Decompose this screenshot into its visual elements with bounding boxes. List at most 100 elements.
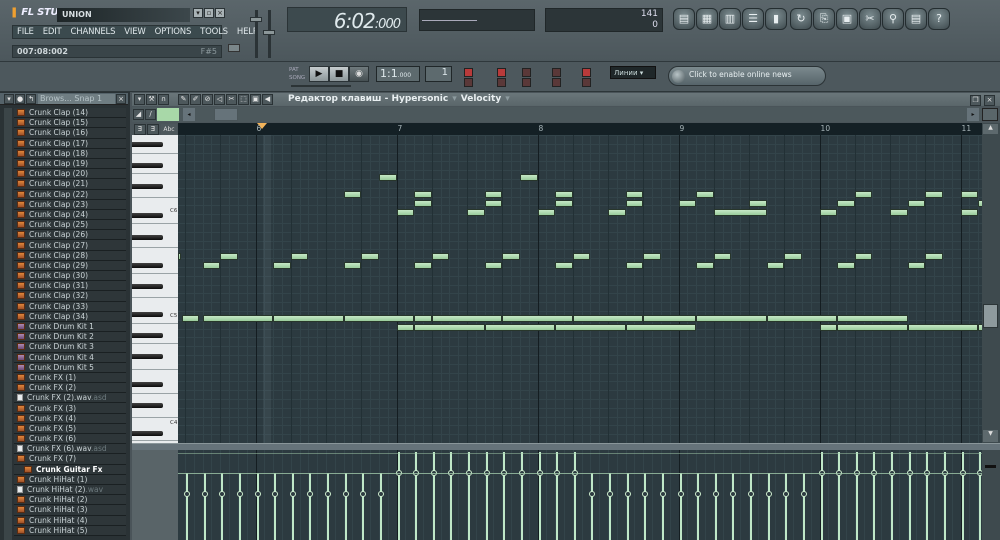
browser-item[interactable]: Crunk Clap (23) [14,199,126,210]
velocity-handle[interactable] [765,491,772,497]
velocity-bar[interactable] [327,473,330,540]
playlist-icon[interactable]: ▤ [673,8,695,30]
note[interactable] [713,253,732,260]
note[interactable] [854,191,873,198]
typing-keyboard-toggle[interactable] [522,68,531,77]
velocity-handle[interactable] [360,491,367,497]
select-tool-icon[interactable]: ⬚ [238,94,249,105]
velocity-bar[interactable] [591,473,594,540]
browser-item[interactable]: Crunk Clap (30) [14,271,126,282]
browser-item[interactable]: Crunk FX (1) [14,372,126,384]
note[interactable] [273,315,344,322]
note[interactable] [414,324,485,331]
note[interactable] [290,253,309,260]
vertical-scrollbar[interactable] [982,123,1000,443]
stamp-icon[interactable]: Ǝ [134,124,146,135]
pattern-display[interactable]: 1 [425,66,452,82]
browser-item[interactable]: Crunk Clap (29) [14,260,126,271]
black-key[interactable] [132,163,163,168]
browser-back-icon[interactable]: ↰ [26,94,36,104]
velocity-handle[interactable] [624,491,631,497]
note[interactable] [555,200,573,207]
browser-item[interactable]: Crunk FX (4) [14,413,126,424]
note[interactable] [643,253,661,260]
note[interactable] [678,200,697,207]
velocity-handle[interactable] [642,491,649,497]
browser-folder[interactable]: Crunk Guitar Fx [14,464,126,475]
note[interactable] [484,200,503,207]
black-key[interactable] [132,382,163,387]
note[interactable] [431,253,450,260]
blend-toggle[interactable] [522,78,531,87]
note[interactable] [361,253,379,260]
note[interactable] [784,253,802,260]
velocity-bar[interactable] [415,452,418,540]
velocity-bar[interactable] [450,452,453,540]
velocity-handle[interactable] [748,491,755,497]
note[interactable] [519,174,538,181]
cut-icon[interactable]: ✂ [859,8,881,30]
note[interactable] [343,191,362,198]
countdown-toggle[interactable] [497,68,506,77]
browser-item[interactable]: Crunk HiHat (5) [14,525,126,536]
event-editor-splitter[interactable] [132,443,1000,450]
snap-select[interactable]: Линии ▾ [610,66,656,79]
velocity-handle[interactable] [589,491,596,497]
browser-item[interactable]: Crunk Clap (15) [14,118,126,129]
wrench-icon[interactable]: ⚒ [146,94,157,105]
velocity-bar[interactable] [750,473,753,540]
browser-item[interactable]: Crunk Clap (28) [14,250,126,261]
note[interactable] [572,253,591,260]
velocity-handle[interactable] [272,491,279,497]
browser-item[interactable]: Crunk Drum Kit 5 [14,362,126,373]
browser-item[interactable]: Crunk HiHat (1) [14,474,126,485]
velocity-bar[interactable] [432,452,435,540]
note[interactable] [643,315,697,322]
midi-toggle[interactable] [582,78,591,87]
note[interactable] [178,253,181,260]
browser-item[interactable]: Crunk FX (5) [14,423,126,434]
zoom-tool-icon[interactable]: ▣ [250,94,261,105]
browser-item[interactable]: Crunk HiHat (2) [14,495,126,506]
note[interactable] [181,315,200,322]
browser-item[interactable]: Crunk Clap (14) [14,108,126,119]
render-icon[interactable]: ▣ [836,8,858,30]
browser-item[interactable]: Crunk Clap (27) [14,240,126,251]
browser-item[interactable]: Crunk Clap (22) [14,189,126,200]
magnet-icon[interactable]: ∩ [158,94,169,105]
note[interactable] [854,253,873,260]
black-key[interactable] [132,184,163,189]
note[interactable] [837,324,908,331]
note[interactable] [378,174,397,181]
velocity-editor[interactable] [178,450,982,540]
note[interactable] [766,262,785,269]
velocity-bar[interactable] [732,473,735,540]
zoom-out-icon[interactable] [985,465,996,468]
slide-tool-icon[interactable]: ◢ [133,109,144,120]
note[interactable] [625,191,644,198]
velocity-handle[interactable] [219,491,226,497]
velocity-bar[interactable] [767,473,770,540]
velocity-handle[interactable] [712,491,719,497]
close-window-icon[interactable]: × [984,95,995,106]
browser-item[interactable]: Crunk FX (6).wav.asd [14,444,126,455]
velocity-bar[interactable] [186,473,189,540]
velocity-bar[interactable] [485,452,488,540]
note[interactable] [625,324,697,331]
black-key[interactable] [132,213,163,218]
velocity-handle[interactable] [607,491,614,497]
browser-item[interactable]: Crunk FX (6) [14,434,126,445]
velocity-handle[interactable] [677,491,684,497]
black-key[interactable] [132,403,163,408]
zoom-box-icon[interactable] [982,108,998,121]
browser-item[interactable]: Crunk Clap (31) [14,281,126,292]
timeline-ruler[interactable] [178,123,982,135]
browser-item[interactable]: Crunk Drum Kit 4 [14,352,126,363]
menu-options[interactable]: OPTIONS [155,27,192,37]
menu-file[interactable]: FILE [17,27,34,37]
project-info-icon[interactable]: ▤ [905,8,927,30]
note[interactable] [431,315,503,322]
velocity-bar[interactable] [291,473,294,540]
velocity-bar[interactable] [503,452,506,540]
scroll-left-icon[interactable]: ◂ [183,108,195,121]
